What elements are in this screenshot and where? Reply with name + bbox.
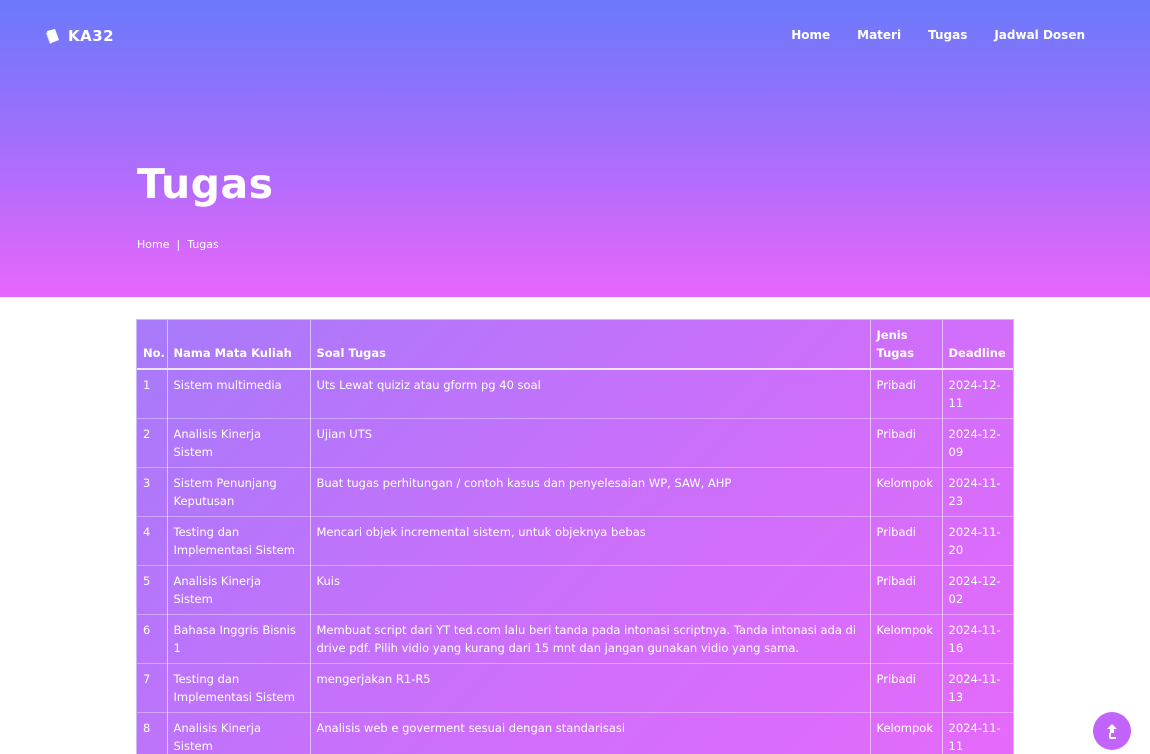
- hero-banner: KA32 Home Materi Tugas Jadwal Dosen Tuga…: [0, 0, 1150, 297]
- table-row: 2 Analisis Kinerja Sistem Ujian UTS Prib…: [137, 418, 1013, 468]
- cell-deadline: 2024-11-11: [942, 712, 1013, 754]
- cell-jenis: Kelompok: [870, 467, 943, 517]
- cell-no: 4: [137, 516, 168, 566]
- table-row: 1 Sistem multimedia Uts Lewat quiziz ata…: [137, 369, 1013, 419]
- cell-soal: Analisis web e goverment sesuai dengan s…: [310, 712, 871, 754]
- nav-jadwal-dosen[interactable]: Jadwal Dosen: [994, 28, 1085, 42]
- cell-mata-kuliah: Analisis Kinerja Sistem: [167, 565, 311, 615]
- table-header-row: No. Nama Mata Kuliah Soal Tugas Jenis Tu…: [137, 320, 1013, 370]
- brand-logo[interactable]: KA32: [44, 26, 114, 46]
- table-row: 7 Testing dan Implementasi Sistem menger…: [137, 663, 1013, 713]
- cell-no: 1: [137, 369, 168, 419]
- table-row: 3 Sistem Penunjang Keputusan Buat tugas …: [137, 467, 1013, 517]
- tugas-table-container: No. Nama Mata Kuliah Soal Tugas Jenis Tu…: [136, 319, 1014, 754]
- cell-soal: Membuat script dari YT ted.com lalu beri…: [310, 614, 871, 664]
- scroll-top-button[interactable]: [1093, 712, 1131, 750]
- breadcrumb: Home | Tugas: [137, 238, 219, 251]
- cell-soal: Buat tugas perhitungan / contoh kasus da…: [310, 467, 871, 517]
- page-title: Tugas: [137, 160, 274, 208]
- cell-jenis: Kelompok: [870, 614, 943, 664]
- cell-no: 7: [137, 663, 168, 713]
- book-icon: [46, 29, 59, 44]
- cell-mata-kuliah: Analisis Kinerja Sistem: [167, 418, 311, 468]
- cell-no: 2: [137, 418, 168, 468]
- nav-tugas[interactable]: Tugas: [928, 28, 967, 42]
- cell-deadline: 2024-12-09: [942, 418, 1013, 468]
- cell-deadline: 2024-11-20: [942, 516, 1013, 566]
- header-soal-tugas: Soal Tugas: [310, 320, 871, 370]
- cell-mata-kuliah: Bahasa Inggris Bisnis 1: [167, 614, 311, 664]
- cell-deadline: 2024-12-11: [942, 369, 1013, 419]
- cell-soal: Mencari objek incremental sistem, untuk …: [310, 516, 871, 566]
- main-nav: Home Materi Tugas Jadwal Dosen: [764, 28, 1085, 42]
- nav-materi[interactable]: Materi: [857, 28, 901, 42]
- cell-soal: Kuis: [310, 565, 871, 615]
- cell-no: 8: [137, 712, 168, 754]
- cell-mata-kuliah: Sistem multimedia: [167, 369, 311, 419]
- cell-jenis: Pribadi: [870, 565, 943, 615]
- cell-jenis: Kelompok: [870, 712, 943, 754]
- cell-soal: Uts Lewat quiziz atau gform pg 40 soal: [310, 369, 871, 419]
- cell-mata-kuliah: Analisis Kinerja Sistem: [167, 712, 311, 754]
- tugas-table: No. Nama Mata Kuliah Soal Tugas Jenis Tu…: [137, 320, 1013, 754]
- cell-no: 6: [137, 614, 168, 664]
- cell-jenis: Pribadi: [870, 663, 943, 713]
- breadcrumb-home[interactable]: Home: [137, 238, 169, 251]
- header-jenis-tugas: Jenis Tugas: [870, 320, 943, 370]
- table-row: 4 Testing dan Implementasi Sistem Mencar…: [137, 516, 1013, 566]
- header-deadline: Deadline: [942, 320, 1013, 370]
- table-row: 8 Analisis Kinerja Sistem Analisis web e…: [137, 712, 1013, 754]
- header-no: No.: [137, 320, 168, 370]
- cell-mata-kuliah: Testing dan Implementasi Sistem: [167, 663, 311, 713]
- cell-soal: Ujian UTS: [310, 418, 871, 468]
- cell-jenis: Pribadi: [870, 369, 943, 419]
- cell-deadline: 2024-11-13: [942, 663, 1013, 713]
- cell-no: 3: [137, 467, 168, 517]
- cell-mata-kuliah: Sistem Penunjang Keputusan: [167, 467, 311, 517]
- table-row: 6 Bahasa Inggris Bisnis 1 Membuat script…: [137, 614, 1013, 664]
- cell-no: 5: [137, 565, 168, 615]
- cell-deadline: 2024-11-16: [942, 614, 1013, 664]
- cell-soal: mengerjakan R1-R5: [310, 663, 871, 713]
- table-row: 5 Analisis Kinerja Sistem Kuis Pribadi 2…: [137, 565, 1013, 615]
- cell-jenis: Pribadi: [870, 516, 943, 566]
- breadcrumb-separator: |: [176, 238, 181, 251]
- cell-deadline: 2024-11-23: [942, 467, 1013, 517]
- cell-jenis: Pribadi: [870, 418, 943, 468]
- breadcrumb-current: Tugas: [187, 238, 219, 251]
- arrow-up-icon: [1107, 724, 1117, 739]
- cell-deadline: 2024-12-02: [942, 565, 1013, 615]
- cell-mata-kuliah: Testing dan Implementasi Sistem: [167, 516, 311, 566]
- brand-name: KA32: [68, 27, 115, 45]
- nav-home[interactable]: Home: [791, 28, 830, 42]
- header-nama-mata-kuliah: Nama Mata Kuliah: [167, 320, 311, 370]
